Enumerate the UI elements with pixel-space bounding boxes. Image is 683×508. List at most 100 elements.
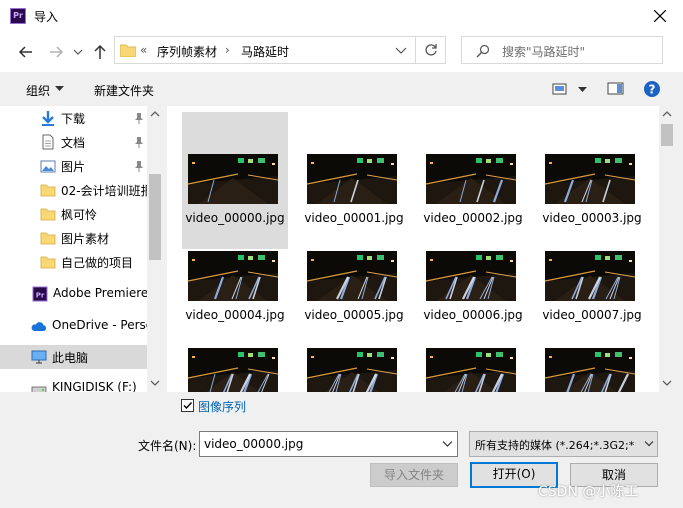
pin-icon[interactable] [134, 136, 144, 148]
help-icon: ? [644, 81, 660, 97]
sidebar-item[interactable]: 枫可怜 [0, 202, 147, 226]
file-name: video_00007.jpg [542, 308, 642, 322]
refresh-icon [425, 44, 437, 56]
image-thumbnail [545, 251, 635, 301]
scroll-down-icon[interactable] [662, 379, 672, 387]
forward-button[interactable] [46, 42, 66, 62]
caret-down-icon[interactable] [578, 87, 587, 93]
image-thumbnail [307, 348, 397, 392]
file-item[interactable]: video_00002.jpg [420, 112, 526, 225]
caret-down-icon [55, 86, 64, 91]
file-name: video_00001.jpg [304, 211, 404, 225]
picture-icon [40, 160, 56, 173]
title-bar[interactable]: Pr 导入 [0, 0, 683, 32]
chevron-down-icon [644, 441, 654, 447]
image-thumbnail [307, 154, 397, 204]
svg-text:?: ? [649, 83, 656, 97]
file-type-select[interactable]: 所有支持的媒体 (*.264;*.3G2;* [469, 431, 658, 457]
file-item[interactable]: video_00000.jpg [182, 112, 288, 249]
navigation-pane-scrollbar[interactable] [147, 106, 163, 392]
sidebar-item[interactable]: 文档 [0, 130, 147, 154]
filename-input[interactable]: video_00000.jpg [199, 431, 458, 457]
sidebar-item[interactable]: 02-会计培训班报 [0, 178, 147, 202]
import-folder-button[interactable]: 导入文件夹 [370, 463, 458, 487]
refresh-button[interactable] [416, 36, 446, 64]
image-thumbnail [307, 251, 397, 301]
image-sequence-checkbox[interactable] [181, 399, 194, 412]
file-name: video_00000.jpg [185, 211, 285, 225]
sidebar-item-label: 图片素材 [61, 232, 110, 246]
file-item[interactable]: video_00003.jpg [539, 112, 645, 225]
organize-button[interactable]: 组织 [26, 82, 50, 99]
scroll-thumb[interactable] [149, 174, 161, 260]
folder-icon [40, 208, 56, 221]
search-input[interactable]: 搜索"马路延时" [502, 43, 585, 60]
sidebar-item[interactable]: KINGIDISK (F:) [0, 376, 147, 392]
chevron-down-icon[interactable] [395, 46, 407, 56]
sidebar-item[interactable]: Pr Adobe Premiere [0, 282, 147, 306]
address-bar[interactable]: « 序列帧素材 › 马路延时 [114, 36, 416, 64]
breadcrumb-item[interactable]: 序列帧素材 [157, 43, 217, 60]
sidebar-item-label: 文档 [61, 136, 86, 150]
sidebar-item[interactable]: 图片 [0, 154, 147, 178]
chevron-down-icon [73, 49, 83, 55]
image-thumbnail [188, 154, 278, 204]
preview-pane-icon [607, 82, 624, 95]
up-button[interactable] [90, 42, 110, 62]
back-button[interactable] [16, 42, 36, 62]
folder-icon [40, 256, 56, 269]
window-title: 导入 [34, 10, 59, 24]
folder-icon [120, 44, 136, 57]
onedrive-icon [31, 322, 47, 331]
sidebar-item[interactable]: 此电脑 [0, 345, 147, 369]
arrow-up-icon [94, 44, 106, 59]
file-name: video_00005.jpg [304, 308, 404, 322]
chevron-down-icon[interactable] [442, 440, 453, 448]
close-button[interactable] [645, 4, 675, 28]
scroll-thumb[interactable] [661, 124, 673, 146]
sidebar-item[interactable]: 图片素材 [0, 226, 147, 250]
breadcrumb-item[interactable]: 马路延时 [241, 43, 289, 60]
breadcrumb-overflow[interactable]: « [140, 43, 147, 57]
file-list-view[interactable]: video_00007.jpg video_00006.jpg video_0000… [167, 106, 675, 392]
view-options-button[interactable] [552, 82, 568, 96]
help-button[interactable]: ? [643, 80, 661, 98]
recent-locations-button[interactable] [72, 42, 92, 62]
sidebar-item-label: 02-会计培训班报 [61, 184, 147, 198]
sidebar-item-label: 此电脑 [52, 351, 89, 365]
filename-label: 文件名(N): [138, 439, 197, 453]
document-icon [42, 134, 54, 150]
file-name: video_00003.jpg [542, 211, 642, 225]
import-dialog: Pr 导入 « 序列帧素材 › 马路延时 搜索"马路延时" 组织 新建文件夹 ?… [0, 0, 683, 508]
scroll-up-icon[interactable] [662, 110, 672, 118]
image-thumbnail [426, 348, 516, 392]
sidebar-item-label: 图片 [61, 160, 86, 174]
close-icon [654, 10, 666, 22]
file-type-value: 所有支持的媒体 (*.264;*.3G2;* [475, 439, 635, 452]
sidebar-item[interactable]: 下载 [0, 106, 147, 130]
image-sequence-label[interactable]: 图像序列 [198, 398, 246, 415]
filename-value: video_00000.jpg [204, 437, 304, 451]
view-icon [552, 83, 567, 95]
sidebar-item-label: KINGIDISK (F:) [52, 380, 137, 392]
new-folder-button[interactable]: 新建文件夹 [94, 82, 154, 99]
pin-icon[interactable] [134, 160, 144, 172]
file-list-scrollbar[interactable] [659, 106, 675, 392]
scroll-up-icon[interactable] [150, 110, 160, 118]
sidebar-item-label: Adobe Premiere [53, 286, 147, 300]
image-thumbnail [188, 251, 278, 301]
scroll-down-icon[interactable] [150, 379, 160, 387]
arrow-right-icon [50, 46, 64, 58]
sidebar-item[interactable]: 自己做的项目 [0, 250, 147, 274]
file-item[interactable]: video_00001.jpg [301, 112, 407, 225]
sidebar-item[interactable]: OneDrive - Perso [0, 314, 147, 338]
navigation-bar: « 序列帧素材 › 马路延时 搜索"马路延时" [0, 32, 683, 72]
drive-icon [31, 386, 47, 392]
sidebar-item-label: OneDrive - Perso [52, 318, 147, 332]
preview-pane-button[interactable] [607, 81, 625, 97]
pin-icon[interactable] [134, 112, 144, 124]
search-box[interactable]: 搜索"马路延时" [461, 36, 663, 64]
navigation-pane[interactable]: 下载文档图片 02-会计培训班报枫可怜图片素材自己做的项目 Pr Adobe Prem… [0, 106, 163, 392]
file-name: video_00006.jpg [423, 308, 523, 322]
file-name: video_00004.jpg [185, 308, 285, 322]
